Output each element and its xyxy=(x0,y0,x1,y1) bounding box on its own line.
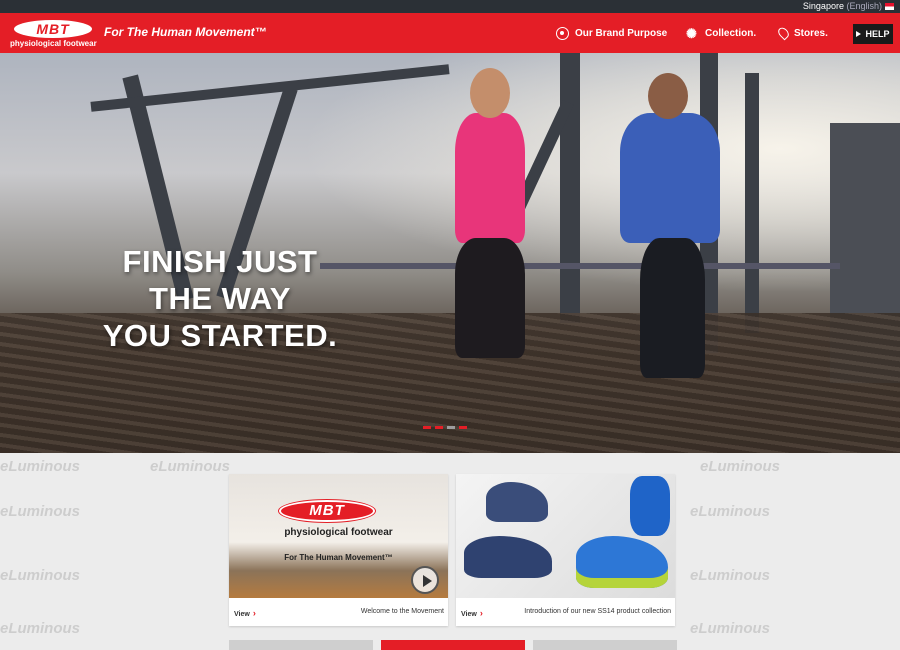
collection-thumbnail[interactable] xyxy=(456,474,675,598)
bridge-rail xyxy=(320,263,840,269)
logo-subtitle: physiological footwear xyxy=(10,39,97,48)
sneaker-image xyxy=(630,476,670,536)
nav-collection[interactable]: ✺ Collection. xyxy=(686,13,756,53)
bridge-truss xyxy=(745,73,759,333)
region-label: Singapore xyxy=(802,1,844,11)
sneaker-image xyxy=(576,536,668,588)
runner-man-legs xyxy=(640,238,705,378)
watermark-text: eLuminous xyxy=(0,503,81,520)
runner-woman-head xyxy=(470,68,510,118)
singapore-flag-icon[interactable] xyxy=(885,3,894,10)
help-label: HELP xyxy=(865,29,890,39)
headline-line: THE WAY xyxy=(149,281,291,316)
watermark-text: eLuminous xyxy=(0,620,81,637)
region-selector[interactable]: Singapore (English) xyxy=(803,1,882,11)
card-footer: View › Welcome to the Movement xyxy=(229,598,448,626)
slide-dot-active[interactable] xyxy=(447,426,455,429)
view-link[interactable]: View › xyxy=(461,608,483,618)
site-header: MBT physiological footwear For The Human… xyxy=(0,13,900,53)
video-card[interactable]: MBT physiological footwear For The Human… xyxy=(229,474,448,626)
watermark-text: eLuminous xyxy=(700,458,781,475)
watermark-text: eLuminous xyxy=(690,620,771,637)
chevron-right-icon: › xyxy=(479,608,483,618)
play-arrow-icon xyxy=(856,31,862,37)
nav-label: Collection. xyxy=(705,27,757,39)
bridge-truss xyxy=(560,53,580,323)
nav-label: Stores. xyxy=(794,27,828,39)
hero-sky xyxy=(300,53,900,293)
watermark-text: eLuminous xyxy=(0,458,81,475)
view-label: View xyxy=(461,611,477,618)
next-card-peek[interactable] xyxy=(381,640,525,650)
card-footer: View › Introduction of our new SS14 produ… xyxy=(456,598,675,626)
mbt-logo[interactable]: MBT physiological footwear xyxy=(10,18,98,48)
slide-dot[interactable] xyxy=(423,426,431,429)
thumb-logo-mark: MBT xyxy=(309,502,345,519)
top-utility-bar: Singapore (English) xyxy=(0,0,900,13)
headline-line: FINISH JUST xyxy=(122,244,318,279)
watermark-text: eLuminous xyxy=(150,458,231,475)
brand-tagline: For The Human Movement™ xyxy=(104,25,267,39)
hero-banner[interactable]: FINISH JUST THE WAY YOU STARTED. xyxy=(0,53,900,453)
view-link[interactable]: View › xyxy=(234,608,256,618)
thumb-logo-subtitle: physiological footwear xyxy=(284,527,393,538)
next-card-peek[interactable] xyxy=(533,640,677,650)
card-caption: Introduction of our new SS14 product col… xyxy=(524,608,671,615)
sandal-image xyxy=(486,482,548,522)
watermark-text: eLuminous xyxy=(690,567,771,584)
nav-stores[interactable]: Stores. xyxy=(776,13,828,53)
map-pin-icon xyxy=(776,25,791,41)
language-label: (English) xyxy=(846,1,882,11)
headline-line: YOU STARTED. xyxy=(102,318,338,353)
thumb-tagline: For The Human Movement™ xyxy=(284,553,393,562)
logo-mark: MBT xyxy=(36,21,70,37)
hero-headline: FINISH JUST THE WAY YOU STARTED. xyxy=(60,243,380,354)
help-button[interactable]: HELP xyxy=(853,24,893,44)
runner-woman-legs xyxy=(455,238,525,358)
nav-brand-purpose[interactable]: Our Brand Purpose xyxy=(556,13,667,53)
target-icon xyxy=(556,26,569,40)
next-card-peek[interactable] xyxy=(229,640,373,650)
card-caption: Welcome to the Movement xyxy=(360,608,444,615)
play-icon[interactable] xyxy=(411,566,439,594)
runner-man-head xyxy=(648,73,688,119)
sunburst-icon: ✺ xyxy=(686,25,697,41)
slide-dot[interactable] xyxy=(435,426,443,429)
watermark-text: eLuminous xyxy=(0,567,81,584)
nav-label: Our Brand Purpose xyxy=(575,27,668,39)
sandal-image xyxy=(464,536,552,578)
chevron-right-icon: › xyxy=(252,608,256,618)
collection-card[interactable]: View › Introduction of our new SS14 produ… xyxy=(456,474,675,626)
slide-dot[interactable] xyxy=(459,426,467,429)
view-label: View xyxy=(234,611,250,618)
slide-indicators xyxy=(423,426,467,429)
runner-woman xyxy=(455,113,525,243)
runner-man xyxy=(620,113,720,243)
watermark-text: eLuminous xyxy=(690,503,771,520)
video-thumbnail[interactable]: MBT physiological footwear For The Human… xyxy=(229,474,448,598)
